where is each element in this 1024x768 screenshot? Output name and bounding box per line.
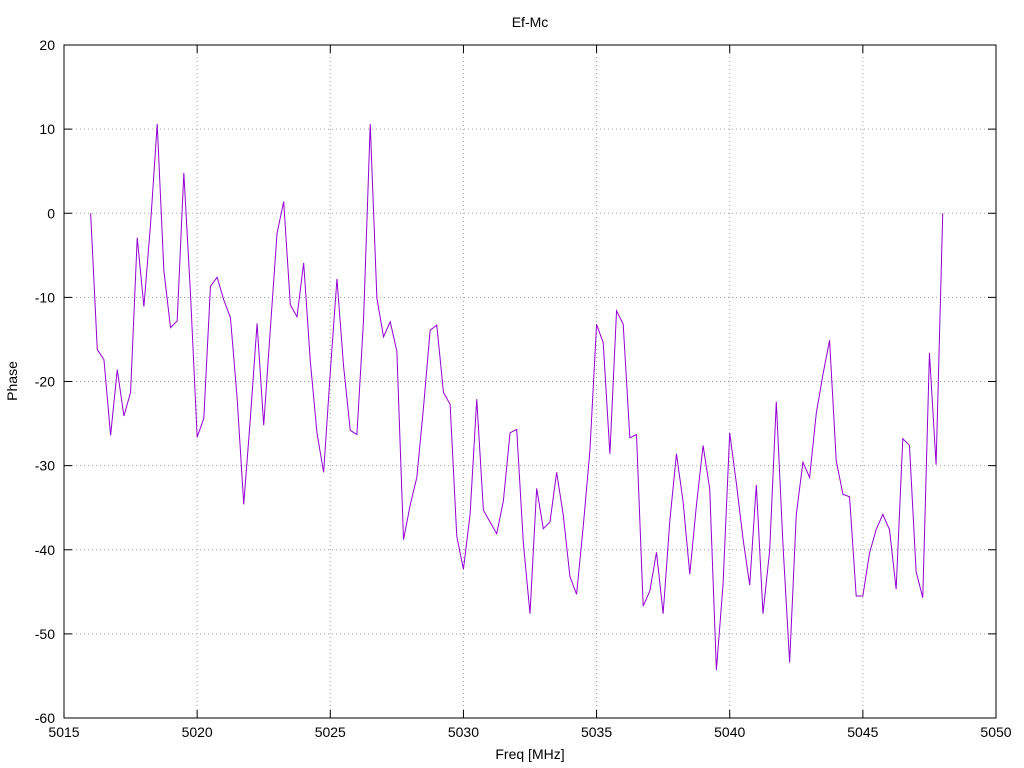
x-tick-label: 5035 — [581, 724, 612, 740]
x-tick-label: 5045 — [847, 724, 878, 740]
y-tick-label: -50 — [35, 626, 55, 642]
y-tick-label: 20 — [39, 37, 55, 53]
chart-background — [0, 0, 1024, 768]
y-tick-label: -40 — [35, 542, 55, 558]
x-tick-label: 5050 — [980, 724, 1011, 740]
phase-line-chart: Ef-Mc 5015 5020 5025 5030 5035 5040 5045 5050 20… — [0, 0, 1024, 768]
y-tick-label: -10 — [35, 289, 55, 305]
y-axis-title: Phase — [4, 361, 20, 401]
x-tick-label: 5040 — [714, 724, 745, 740]
x-tick-label: 5015 — [48, 724, 79, 740]
chart-title: Ef-Mc — [512, 14, 549, 30]
x-tick-label: 5025 — [315, 724, 346, 740]
y-tick-label: 10 — [39, 121, 55, 137]
y-tick-label: -20 — [35, 374, 55, 390]
x-axis-title: Freq [MHz] — [495, 746, 564, 762]
y-tick-label: -60 — [35, 710, 55, 726]
x-tick-label: 5030 — [448, 724, 479, 740]
y-tick-label: 0 — [47, 205, 55, 221]
y-tick-label: -30 — [35, 458, 55, 474]
x-tick-label: 5020 — [182, 724, 213, 740]
